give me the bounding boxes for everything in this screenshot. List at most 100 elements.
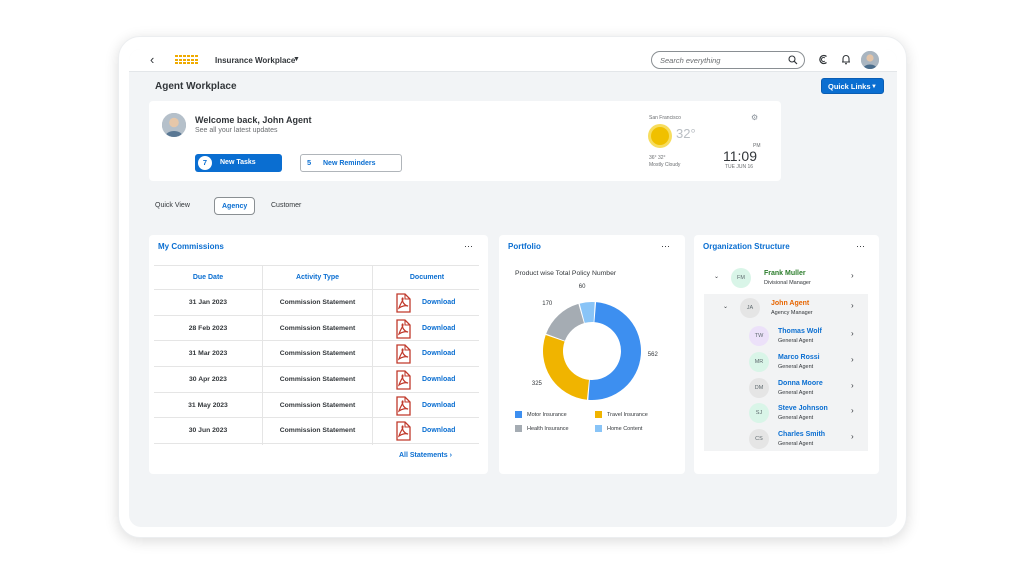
data-label: 170 (542, 300, 553, 307)
chevron-down-icon[interactable]: ▼ (293, 56, 300, 63)
clock-time: 11:09 (723, 148, 757, 164)
chevron-right-icon[interactable]: › (851, 432, 854, 441)
chevron-down-icon[interactable]: ⌄ (714, 273, 719, 280)
tab-customer[interactable]: Customer (271, 197, 301, 215)
due-date-cell: 30 Jun 2023 (188, 427, 228, 435)
pdf-icon[interactable] (393, 344, 413, 365)
company-logo (175, 55, 199, 65)
weather-hilo: 36° 32° (649, 155, 666, 161)
chevron-right-icon[interactable]: › (851, 329, 854, 338)
tablet-frame: ‹ Insurance Workplace ▼ Agent Workplace … (118, 36, 907, 538)
chevron-right-icon[interactable]: › (851, 381, 854, 390)
chevron-right-icon[interactable]: › (851, 271, 854, 280)
table-row: 30 Apr 2023 Commission Statement Download (154, 367, 479, 393)
legend-swatch (595, 411, 602, 418)
copilot-icon[interactable] (818, 54, 829, 65)
org-node[interactable]: ⌄ JA John Agent Agency Manager › (694, 296, 879, 322)
more-icon[interactable]: ⋯ (856, 241, 866, 252)
user-avatar[interactable] (861, 51, 879, 69)
org-node[interactable]: MR Marco Rossi General Agent › (694, 350, 879, 376)
pdf-icon[interactable] (393, 370, 413, 390)
table-row: 30 Jun 2023 Commission Statement Download (154, 418, 479, 445)
legend-item: Travel Insurance (595, 411, 648, 418)
activity-type-cell: Commission Statement (279, 299, 356, 306)
pdf-icon[interactable] (393, 421, 413, 442)
header-activity-type[interactable]: Activity Type (263, 274, 372, 281)
clock-date: TUE JUN 16 (725, 164, 754, 170)
org-node[interactable]: SJ Steve Johnson General Agent › (694, 401, 879, 427)
header-document[interactable]: Document (373, 274, 481, 281)
download-link[interactable]: Download (422, 402, 455, 409)
org-avatar: JA (740, 298, 760, 318)
legend-label: Travel Insurance (607, 411, 648, 418)
due-date-cell: 31 Mar 2023 (188, 350, 228, 358)
org-name[interactable]: Frank Muller (764, 270, 806, 277)
due-date-cell: 31 May 2023 (188, 401, 228, 409)
search-icon[interactable] (788, 55, 798, 65)
data-label: 562 (647, 352, 658, 358)
org-name[interactable]: Charles Smith (778, 431, 825, 438)
org-node[interactable]: DM Donna Moore General Agent › (694, 376, 879, 402)
org-name[interactable]: John Agent (771, 300, 809, 307)
weather-city: San Francisco (649, 115, 681, 121)
due-date-cell: 28 Feb 2023 (188, 324, 228, 332)
download-link[interactable]: Download (422, 427, 455, 434)
reminders-count: 5 (307, 158, 312, 167)
portfolio-card: Portfolio ⋯ Product wise Total Policy Nu… (499, 235, 685, 474)
org-name[interactable]: Donna Moore (778, 380, 823, 387)
weather-widget: San Francisco ⚙ 32° 36° 32° Mostly Cloud… (649, 113, 769, 175)
org-name[interactable]: Steve Johnson (778, 405, 828, 412)
pdf-icon[interactable] (393, 293, 413, 313)
gear-icon[interactable]: ⚙ (751, 113, 758, 122)
weather-temp: 32° (676, 126, 696, 141)
quick-links-button[interactable]: Quick Links ▼ (821, 78, 884, 94)
slice-health-insurance[interactable] (546, 303, 584, 341)
data-label: 60 (578, 284, 586, 291)
legend-item: Motor Insurance (515, 411, 567, 418)
activity-type-cell: Commission Statement (279, 401, 356, 409)
new-reminders-button[interactable]: 5 New Reminders (300, 154, 402, 172)
all-statements-link[interactable]: All Statements › (399, 452, 452, 459)
tab-agency[interactable]: Agency (214, 197, 256, 215)
download-link[interactable]: Download (422, 299, 455, 306)
pdf-icon[interactable] (393, 319, 413, 339)
chevron-down-icon: ▼ (871, 84, 877, 90)
more-icon[interactable]: ⋯ (464, 241, 474, 252)
org-avatar: MR (749, 352, 769, 372)
tasks-label: New Tasks (220, 159, 256, 166)
download-link[interactable]: Download (422, 376, 455, 383)
legend-label: Motor Insurance (527, 411, 567, 418)
slice-travel-insurance[interactable] (543, 334, 590, 400)
org-node[interactable]: ⌄ FM Frank Muller Divisional Manager › (694, 266, 879, 292)
pdf-icon[interactable] (393, 396, 413, 416)
download-link[interactable]: Download (422, 325, 455, 332)
org-avatar: DM (749, 378, 769, 398)
back-icon[interactable]: ‹ (150, 53, 154, 67)
header-due-date[interactable]: Due Date (154, 274, 262, 281)
org-role: General Agent (778, 364, 814, 370)
chevron-right-icon[interactable]: › (851, 406, 854, 415)
org-node[interactable]: CS Charles Smith General Agent › (694, 427, 879, 453)
tasks-count: 7 (198, 156, 212, 170)
new-tasks-button[interactable]: 7 New Tasks (195, 154, 282, 172)
org-name[interactable]: Thomas Wolf (778, 328, 822, 335)
chevron-right-icon[interactable]: › (851, 301, 854, 310)
welcome-title: Welcome back, John Agent (195, 115, 312, 125)
search-input[interactable] (660, 55, 780, 66)
activity-type-cell: Commission Statement (279, 427, 356, 435)
search-field[interactable] (651, 51, 805, 69)
chevron-right-icon[interactable]: › (851, 355, 854, 364)
weather-condition: Mostly Cloudy (649, 162, 681, 168)
app-title[interactable]: Insurance Workplace (215, 56, 295, 65)
org-name[interactable]: Marco Rossi (778, 354, 820, 361)
table-row: 28 Feb 2023 Commission Statement Download (154, 316, 479, 342)
slice-motor-insurance[interactable] (588, 302, 641, 400)
org-node[interactable]: TW Thomas Wolf General Agent › (694, 324, 879, 350)
download-link[interactable]: Download (422, 350, 455, 357)
bell-icon[interactable] (841, 54, 851, 65)
table-row: 31 May 2023 Commission Statement Download (154, 393, 479, 419)
tab-quick-view[interactable]: Quick View (155, 197, 190, 215)
due-date-cell: 30 Apr 2023 (189, 376, 227, 384)
chevron-down-icon[interactable]: ⌄ (723, 303, 728, 310)
org-card: Organization Structure ⋯ ⌄ FM Frank Muller… (694, 235, 879, 474)
